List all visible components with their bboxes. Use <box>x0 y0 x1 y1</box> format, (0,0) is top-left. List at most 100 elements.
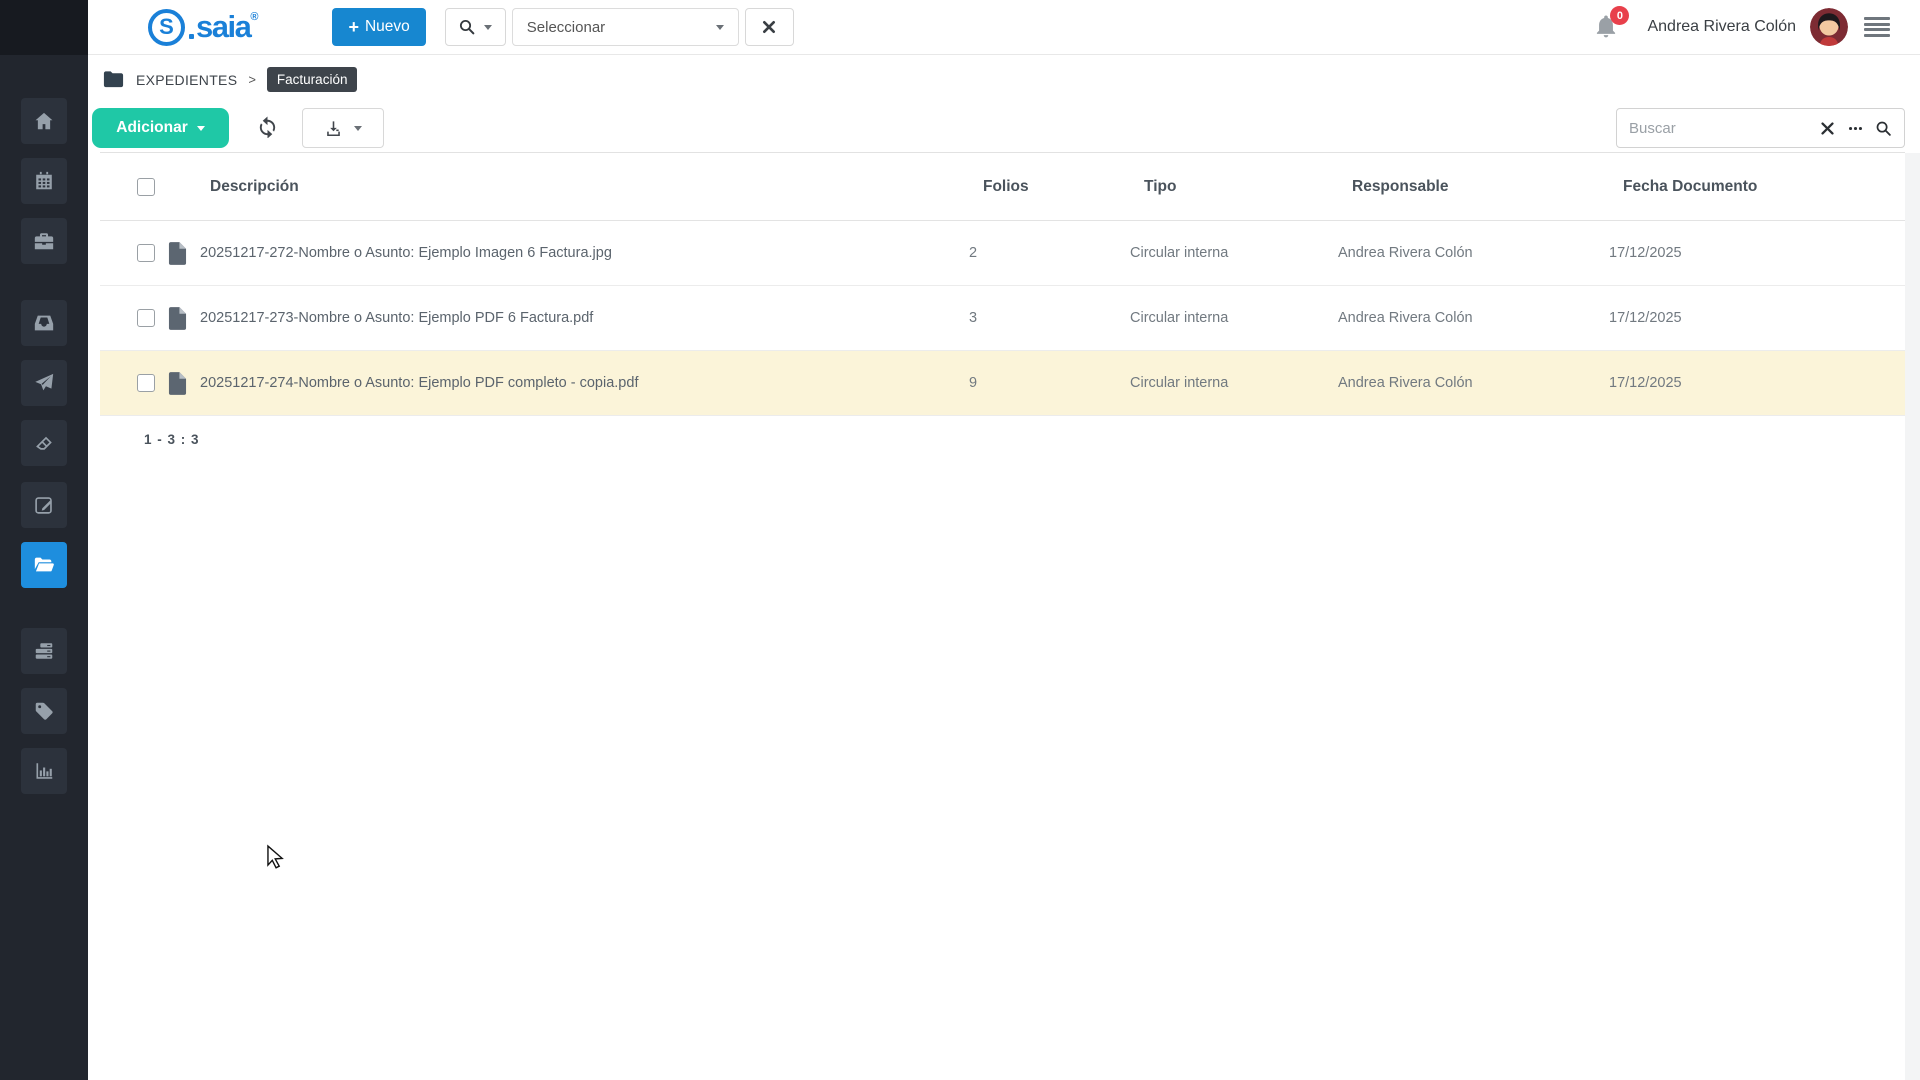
inbox-icon <box>34 315 54 331</box>
user-name[interactable]: Andrea Rivera Colón <box>1647 18 1796 36</box>
entity-select[interactable]: Seleccionar <box>511 8 739 46</box>
notifications-button[interactable]: 0 <box>1593 6 1630 41</box>
row-description[interactable]: 20251217-272-Nombre o Asunto: Ejemplo Im… <box>200 245 969 261</box>
scrollbar-track[interactable] <box>1905 153 1920 1080</box>
breadcrumb: EXPEDIENTES > Facturación <box>88 55 1920 104</box>
refresh-button[interactable] <box>254 115 280 141</box>
header-descripcion[interactable]: Descripción <box>200 178 969 196</box>
logo-dot <box>189 33 194 39</box>
plus-icon: + <box>348 16 359 37</box>
row-responsable: Andrea Rivera Colón <box>1338 310 1473 326</box>
row-tipo: Circular interna <box>1130 245 1229 261</box>
main-area: S saia ® + Nuevo Seleccionar 0 Andrea Ri… <box>88 0 1920 1080</box>
breadcrumb-current: Facturación <box>266 67 358 92</box>
magnifier-icon <box>460 19 475 35</box>
header-folios[interactable]: Folios <box>969 178 1130 196</box>
row-checkbox[interactable] <box>137 244 155 262</box>
header-responsable[interactable]: Responsable <box>1338 178 1609 196</box>
folder-open-icon <box>34 557 54 572</box>
row-fecha: 17/12/2025 <box>1609 310 1682 326</box>
app-menu-button[interactable] <box>1864 15 1890 39</box>
paper-plane-icon <box>35 373 54 391</box>
search-input[interactable] <box>1629 119 1808 137</box>
table-header: Descripción Folios Tipo Responsable Fech… <box>100 153 1905 221</box>
export-button[interactable] <box>302 108 384 148</box>
caret-down-icon <box>484 24 493 30</box>
row-checkbox[interactable] <box>137 309 155 327</box>
bar-chart-icon <box>36 763 53 779</box>
home-icon <box>35 112 53 130</box>
app-logo[interactable]: S saia ® <box>148 8 259 46</box>
clear-selection-button[interactable] <box>744 8 794 46</box>
calendar-icon <box>36 171 52 190</box>
file-icon <box>168 306 187 330</box>
sidebar-item-edit[interactable] <box>21 482 67 528</box>
logo-wordmark: saia <box>196 9 252 44</box>
row-tipo: Circular interna <box>1130 375 1229 391</box>
edit-icon <box>35 497 52 514</box>
sidebar-item-inbox[interactable] <box>21 300 67 346</box>
sidebar-item-briefcase[interactable] <box>21 218 67 264</box>
row-description[interactable]: 20251217-273-Nombre o Asunto: Ejemplo PD… <box>200 310 969 326</box>
avatar-image <box>1810 8 1848 46</box>
topbar: S saia ® + Nuevo Seleccionar 0 Andrea Ri… <box>88 0 1920 55</box>
documents-table: Descripción Folios Tipo Responsable Fech… <box>100 152 1905 447</box>
row-folios: 2 <box>969 245 978 261</box>
eraser-icon <box>36 436 52 450</box>
search-more-button[interactable] <box>1847 120 1864 137</box>
server-icon <box>35 643 53 659</box>
refresh-icon <box>259 116 275 139</box>
notification-badge: 0 <box>1610 6 1630 25</box>
global-search-button[interactable] <box>444 8 506 46</box>
avatar[interactable] <box>1810 8 1848 46</box>
sidebar <box>0 0 88 1080</box>
x-icon <box>1821 121 1834 135</box>
sidebar-item-home[interactable] <box>21 98 67 144</box>
breadcrumb-root[interactable]: EXPEDIENTES <box>136 72 237 88</box>
table-body: 20251217-272-Nombre o Asunto: Ejemplo Im… <box>100 221 1905 416</box>
caret-down-icon <box>715 24 724 30</box>
sidebar-item-expedientes[interactable] <box>21 542 67 588</box>
search-clear-button[interactable] <box>1819 120 1836 137</box>
select-all-checkbox[interactable] <box>137 177 155 196</box>
magnifier-icon <box>1876 121 1891 136</box>
file-icon <box>168 371 187 395</box>
sidebar-item-send[interactable] <box>21 360 67 406</box>
sidebar-item-records[interactable] <box>21 628 67 674</box>
row-folios: 9 <box>969 375 978 391</box>
row-folios: 3 <box>969 310 978 326</box>
row-description[interactable]: 20251217-274-Nombre o Asunto: Ejemplo PD… <box>200 375 969 391</box>
tag-icon <box>35 702 53 720</box>
logo-registered-mark: ® <box>250 10 259 23</box>
row-checkbox[interactable] <box>137 374 155 392</box>
sidebar-item-eraser[interactable] <box>21 420 67 466</box>
pagination-summary: 1 - 3 : 3 <box>144 432 200 447</box>
folder-icon <box>103 71 124 88</box>
table-row[interactable]: 20251217-274-Nombre o Asunto: Ejemplo PD… <box>100 351 1905 416</box>
topbar-right: 0 Andrea Rivera Colón <box>1593 6 1890 46</box>
row-responsable: Andrea Rivera Colón <box>1338 245 1473 261</box>
nuevo-button[interactable]: + Nuevo <box>332 8 426 46</box>
adicionar-button[interactable]: Adicionar <box>92 108 229 148</box>
ellipsis-icon <box>1848 126 1863 130</box>
caret-down-icon <box>354 125 362 131</box>
sidebar-item-tags[interactable] <box>21 688 67 734</box>
file-icon <box>168 241 187 265</box>
row-fecha: 17/12/2025 <box>1609 245 1682 261</box>
table-row[interactable]: 20251217-273-Nombre o Asunto: Ejemplo PD… <box>100 286 1905 351</box>
sidebar-item-reports[interactable] <box>21 748 67 794</box>
sidebar-top-block <box>0 0 88 55</box>
list-icon <box>1864 17 1890 20</box>
briefcase-icon <box>34 233 54 250</box>
x-icon <box>763 21 776 33</box>
header-tipo[interactable]: Tipo <box>1130 178 1338 196</box>
table-search <box>1616 108 1905 148</box>
row-fecha: 17/12/2025 <box>1609 375 1682 391</box>
sidebar-item-calendar[interactable] <box>21 158 67 204</box>
row-responsable: Andrea Rivera Colón <box>1338 375 1473 391</box>
row-tipo: Circular interna <box>1130 310 1229 326</box>
entity-select-value: Seleccionar <box>526 18 606 36</box>
header-fecha[interactable]: Fecha Documento <box>1609 178 1905 196</box>
search-submit-button[interactable] <box>1875 120 1892 137</box>
table-row[interactable]: 20251217-272-Nombre o Asunto: Ejemplo Im… <box>100 221 1905 286</box>
